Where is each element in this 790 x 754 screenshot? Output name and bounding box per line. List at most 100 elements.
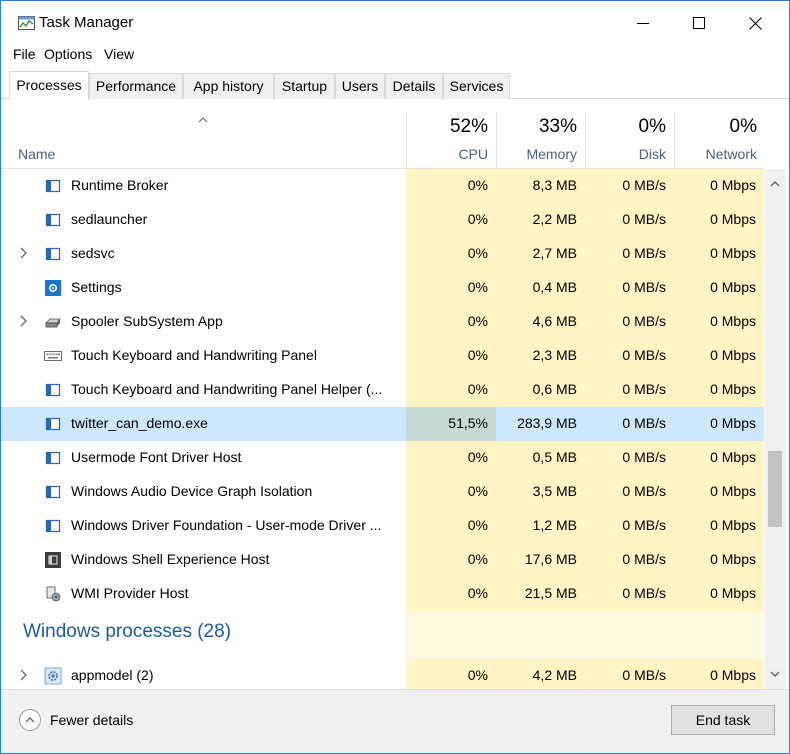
maximize-icon [693, 17, 705, 29]
title-bar[interactable]: Task Manager [1, 1, 789, 45]
task-manager-icon [18, 16, 35, 30]
tab-users[interactable]: Users [335, 73, 385, 99]
column-header-memory[interactable]: 33% Memory [496, 112, 585, 169]
group-header-windows-processes[interactable]: Windows processes (28) [1, 611, 765, 659]
tab-app-history[interactable]: App history [183, 73, 274, 99]
task-manager-window: Task Manager File Options View Processes… [0, 0, 790, 754]
disk-value: 0 MB/s [585, 543, 674, 577]
network-value: 0 Mbps [674, 543, 764, 577]
column-header-disk[interactable]: 0% Disk [585, 112, 674, 169]
process-row[interactable]: Windows Audio Device Graph Isolation 0% 3,… [1, 475, 765, 509]
process-row[interactable]: Runtime Broker 0% 8,3 MB 0 MB/s 0 Mbps [1, 169, 765, 203]
process-row[interactable]: sedsvc 0% 2,7 MB 0 MB/s 0 Mbps [1, 237, 765, 271]
table-header: Name 52% CPU 33% Memory 0% Disk 0% Netwo… [1, 112, 765, 169]
vertical-scrollbar[interactable] [765, 169, 785, 689]
cpu-value: 0% [406, 237, 496, 271]
disk-value: 0 MB/s [585, 339, 674, 373]
process-row[interactable]: Windows Driver Foundation - User-mode Dr… [1, 509, 765, 543]
memory-value: 0,6 MB [496, 373, 585, 407]
process-row[interactable]: Touch Keyboard and Handwriting Panel Hel… [1, 373, 765, 407]
memory-value: 0,5 MB [496, 441, 585, 475]
app-window-icon [44, 245, 62, 263]
process-name: Windows Shell Experience Host [71, 551, 270, 567]
network-value: 0 Mbps [674, 659, 764, 689]
minimize-button[interactable] [615, 1, 671, 45]
memory-value: 4,2 MB [496, 659, 585, 689]
process-name-cell: Windows Shell Experience Host [1, 543, 406, 577]
process-row[interactable]: WMI Provider Host 0% 21,5 MB 0 MB/s 0 Mbps [1, 577, 765, 611]
process-name-cell: sedlauncher [1, 203, 406, 237]
printer-icon [44, 313, 62, 331]
sort-ascending-icon [198, 117, 208, 123]
memory-value: 3,5 MB [496, 475, 585, 509]
chevron-right-icon[interactable] [18, 314, 28, 328]
process-row[interactable]: Settings 0% 0,4 MB 0 MB/s 0 Mbps [1, 271, 765, 305]
memory-value: 17,6 MB [496, 543, 585, 577]
cpu-value: 0% [406, 271, 496, 305]
process-name-cell: Settings [1, 271, 406, 305]
scroll-thumb[interactable] [768, 451, 782, 527]
process-name: Windows Driver Foundation - User-mode Dr… [71, 517, 382, 533]
maximize-button[interactable] [671, 1, 727, 45]
close-icon [748, 16, 762, 30]
column-header-name[interactable]: Name [18, 146, 55, 162]
close-button[interactable] [727, 1, 783, 45]
disk-value: 0 MB/s [585, 509, 674, 543]
network-value: 0 Mbps [674, 577, 764, 611]
process-row[interactable]: sedlauncher 0% 2,2 MB 0 MB/s 0 Mbps [1, 203, 765, 237]
memory-value: 0,4 MB [496, 271, 585, 305]
tab-processes[interactable]: Processes [9, 71, 89, 100]
network-total-percent: 0% [729, 116, 757, 137]
process-row[interactable]: Usermode Font Driver Host 0% 0,5 MB 0 MB/s 0… [1, 441, 765, 475]
cpu-value: 0% [406, 577, 496, 611]
memory-value: 283,9 MB [496, 407, 585, 441]
process-row[interactable]: Touch Keyboard and Handwriting Panel 0% 2,… [1, 339, 765, 373]
disk-value: 0 MB/s [585, 203, 674, 237]
network-value: 0 Mbps [674, 237, 764, 271]
tab-services[interactable]: Services [443, 73, 510, 99]
network-value: 0 Mbps [674, 339, 764, 373]
column-header-cpu[interactable]: 52% CPU [406, 112, 496, 169]
disk-value: 0 MB/s [585, 373, 674, 407]
app-window-icon [44, 381, 62, 399]
app-window-icon [44, 449, 62, 467]
scroll-up-button[interactable] [765, 169, 785, 199]
fewer-details-link[interactable]: Fewer details [50, 712, 133, 728]
chevron-down-icon [770, 671, 780, 677]
tab-startup[interactable]: Startup [274, 73, 335, 99]
process-name: appmodel (2) [71, 667, 154, 683]
network-value: 0 Mbps [674, 305, 764, 339]
process-row[interactable]: Spooler SubSystem App 0% 4,6 MB 0 MB/s 0 Mbp… [1, 305, 765, 339]
menu-options[interactable]: Options [44, 46, 92, 62]
process-name: Windows Audio Device Graph Isolation [71, 483, 313, 499]
process-row[interactable]: Windows Shell Experience Host 0% 17,6 MB 0 … [1, 543, 765, 577]
end-task-button[interactable]: End task [671, 705, 775, 735]
process-list: Runtime Broker 0% 8,3 MB 0 MB/s 0 Mbps sedlau… [1, 169, 765, 689]
cpu-value: 0% [406, 441, 496, 475]
process-row[interactable]: appmodel (2) 0% 4,2 MB 0 MB/s 0 Mbps [1, 659, 765, 689]
process-name-cell: Runtime Broker [1, 169, 406, 203]
chevron-right-icon[interactable] [18, 668, 28, 682]
network-value: 0 Mbps [674, 509, 764, 543]
process-row[interactable]: twitter_can_demo.exe 51,5% 283,9 MB 0 MB/s 0… [1, 407, 765, 441]
menu-view[interactable]: View [104, 46, 134, 62]
memory-value: 1,2 MB [496, 509, 585, 543]
app-window-icon [44, 415, 62, 433]
group-heat-cell [406, 611, 496, 659]
fewer-details-toggle[interactable] [19, 709, 41, 731]
column-header-network[interactable]: 0% Network [674, 112, 765, 169]
process-name: Spooler SubSystem App [71, 313, 223, 329]
tab-performance[interactable]: Performance [89, 73, 183, 99]
process-name: WMI Provider Host [71, 585, 189, 601]
process-name: Touch Keyboard and Handwriting Panel Hel… [71, 381, 383, 397]
keyboard-icon [44, 347, 62, 365]
network-value: 0 Mbps [674, 373, 764, 407]
tab-details[interactable]: Details [385, 73, 443, 99]
process-name: sedsvc [71, 245, 115, 261]
network-value: 0 Mbps [674, 169, 764, 203]
chevron-right-icon[interactable] [18, 246, 28, 260]
settings-cog-icon [44, 667, 62, 685]
process-name: Touch Keyboard and Handwriting Panel [71, 347, 317, 363]
menu-file[interactable]: File [13, 46, 36, 62]
scroll-down-button[interactable] [765, 659, 785, 689]
